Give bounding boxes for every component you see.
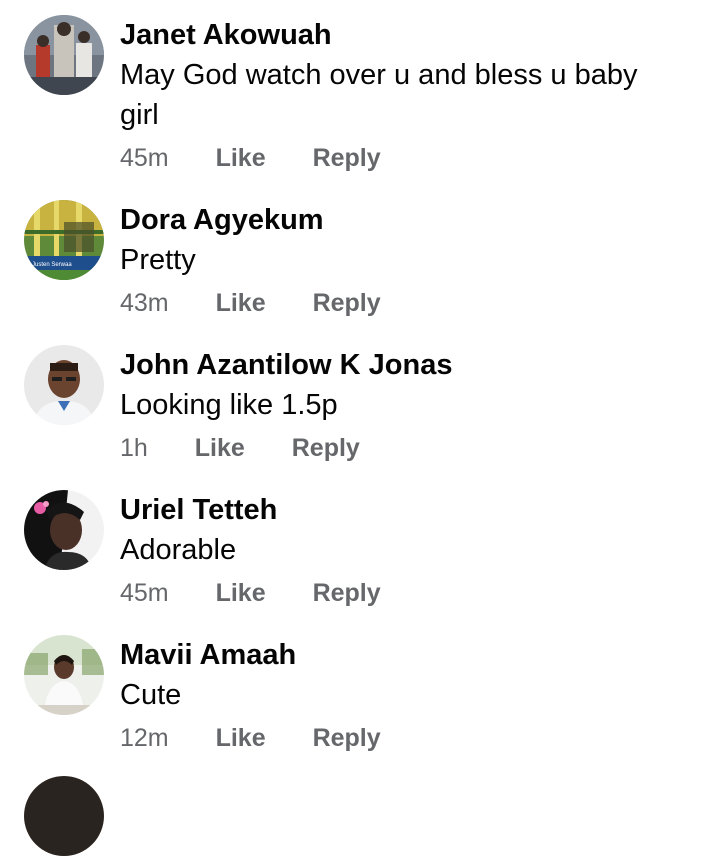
comment-text: Pretty	[120, 244, 196, 276]
comment-actions: 43m Like Reply	[120, 288, 381, 318]
comment-timestamp: 1h	[120, 434, 148, 462]
comment-text: Looking like 1.5p	[120, 389, 338, 421]
like-button[interactable]: Like	[216, 578, 266, 608]
like-button[interactable]: Like	[216, 288, 266, 318]
comment-actions: 45m Like Reply	[120, 143, 381, 173]
reply-button[interactable]: Reply	[313, 143, 381, 173]
avatar[interactable]	[24, 776, 104, 856]
comment-text: May God watch over u and bless u baby gi…	[120, 59, 638, 131]
like-button[interactable]: Like	[216, 723, 266, 753]
user-photo-icon	[24, 635, 104, 715]
comment-author-name[interactable]: Mavii Amaah	[120, 637, 296, 673]
comment-author-name[interactable]: Janet Akowuah	[120, 17, 332, 53]
user-photo-icon	[24, 490, 104, 570]
comment-actions: 12m Like Reply	[120, 723, 381, 753]
comment-timestamp: 12m	[120, 724, 169, 752]
reply-button[interactable]: Reply	[313, 578, 381, 608]
comment-timestamp: 45m	[120, 144, 169, 172]
comment-author-name[interactable]: John Azantilow K Jonas	[120, 347, 452, 383]
comment-actions: 45m Like Reply	[120, 578, 381, 608]
like-button[interactable]: Like	[195, 433, 245, 463]
comment-text: Cute	[120, 679, 182, 711]
user-photo-icon	[24, 345, 104, 425]
avatar[interactable]	[24, 345, 104, 425]
avatar-caption: Justen Serwaa	[32, 262, 72, 268]
comment-timestamp: 45m	[120, 579, 169, 607]
comment-text: Adorable	[120, 534, 237, 566]
reply-button[interactable]: Reply	[292, 433, 360, 463]
comment-actions: 1h Like Reply	[120, 433, 360, 463]
avatar[interactable]	[24, 15, 104, 95]
avatar[interactable]: Justen Serwaa	[24, 200, 104, 280]
reply-button[interactable]: Reply	[313, 288, 381, 318]
user-photo-icon: Justen Serwaa	[24, 200, 104, 280]
reply-button[interactable]: Reply	[313, 723, 381, 753]
avatar[interactable]	[24, 490, 104, 570]
comment-author-name[interactable]: Uriel Tetteh	[120, 492, 277, 528]
avatar[interactable]	[24, 635, 104, 715]
comment-author-name[interactable]: Dora Agyekum	[120, 202, 324, 238]
user-photo-icon	[24, 15, 104, 95]
like-button[interactable]: Like	[216, 143, 266, 173]
comment-timestamp: 43m	[120, 289, 169, 317]
